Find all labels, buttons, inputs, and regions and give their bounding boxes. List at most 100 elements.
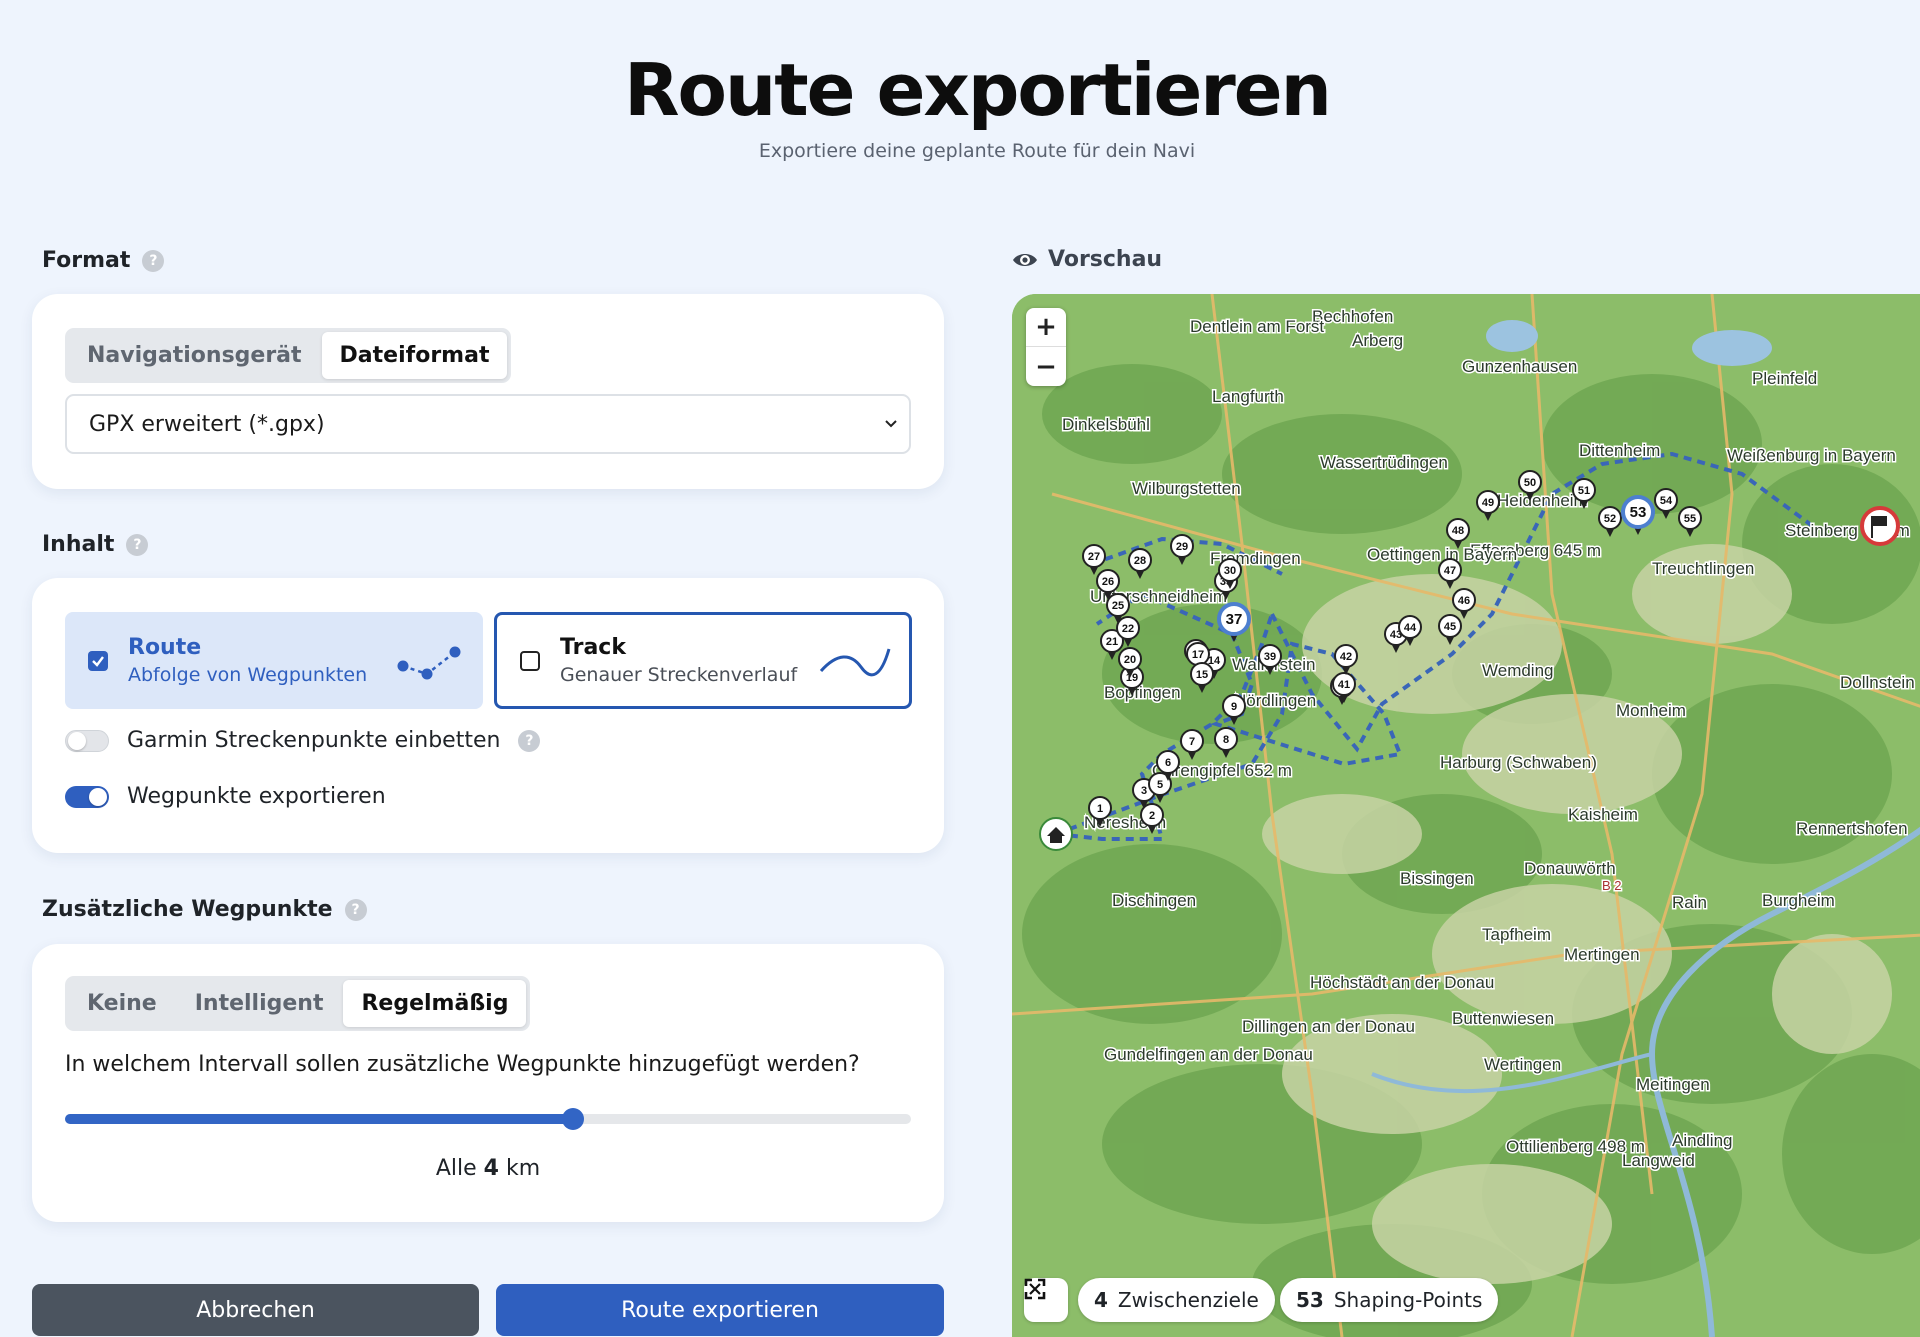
extra-card: Keine Intelligent Regelmäßig In welchem …: [32, 944, 944, 1222]
svg-text:6: 6: [1165, 757, 1171, 769]
map-place-label: Dischingen: [1112, 891, 1196, 910]
zoom-out-button[interactable]: −: [1026, 347, 1066, 386]
map-canvas[interactable]: BechhofenDentlein am Forst Arberg Gunzenha…: [1012, 294, 1920, 1337]
waypoints-toggle-row: Wegpunkte exportieren: [65, 784, 386, 809]
route-title: Route: [128, 635, 202, 660]
map-place-label: Dentlein am Forst: [1190, 317, 1324, 336]
track-subtitle: Genauer Streckenverlauf: [560, 664, 798, 686]
export-button[interactable]: Route exportieren: [496, 1284, 944, 1336]
track-option[interactable]: Track Genauer Streckenverlauf: [494, 612, 912, 709]
content-label: Inhalt: [42, 532, 115, 557]
cancel-button[interactable]: Abbrechen: [32, 1284, 479, 1336]
tab-intelligent[interactable]: Intelligent: [177, 980, 342, 1027]
svg-text:55: 55: [1684, 513, 1696, 525]
readout-prefix: Alle: [435, 1156, 477, 1181]
svg-text:22: 22: [1122, 623, 1134, 635]
svg-text:50: 50: [1524, 477, 1536, 489]
map-place-label: Aindling: [1672, 1131, 1733, 1150]
garmin-toggle-row: Garmin Streckenpunkte einbetten ?: [65, 728, 541, 753]
svg-text:21: 21: [1106, 636, 1118, 648]
map-place-label: Höchstädt an der Donau: [1310, 973, 1494, 992]
file-format-select[interactable]: GPX erweitert (*.gpx): [65, 394, 911, 454]
map-place-label: Bechhofen: [1312, 307, 1393, 326]
format-tabs: Navigationsgerät Dateiformat: [65, 328, 512, 383]
slider-fill: [65, 1114, 573, 1124]
map-place-label: Dinkelsbühl: [1062, 415, 1150, 434]
slider-thumb[interactable]: [561, 1108, 584, 1130]
route-map[interactable]: Bechhofen Dentlein am Forst Arberg Gunzenha…: [1012, 294, 1920, 1337]
help-icon[interactable]: ?: [518, 729, 541, 752]
zoom-in-button[interactable]: +: [1026, 308, 1066, 347]
page-title: Route exportieren: [624, 48, 1332, 132]
home-marker[interactable]: [1039, 817, 1073, 851]
interval-readout: Alle 4 km: [32, 1156, 944, 1181]
help-icon[interactable]: ?: [126, 533, 149, 556]
map-place-label: Monheim: [1616, 701, 1686, 720]
map-place-label: Buttenwiesen: [1452, 1009, 1554, 1028]
map-place-label: Rennertshofen: [1796, 819, 1908, 838]
map-place-label: Wemding: [1482, 661, 1554, 680]
waypoints-toggle[interactable]: [65, 785, 109, 808]
map-place-label: Tapfheim: [1482, 925, 1551, 944]
help-icon[interactable]: ?: [344, 898, 367, 921]
svg-text:1: 1: [1097, 803, 1103, 815]
route-subtitle: Abfolge von Wegpunkten: [128, 664, 368, 686]
route-checkbox[interactable]: [88, 650, 108, 671]
svg-text:53: 53: [1630, 504, 1647, 521]
expand-icon: [1024, 1278, 1046, 1300]
content-section-label: Inhalt ?: [42, 532, 149, 557]
stops-count: 4: [1094, 1288, 1108, 1312]
map-place-label: Wertingen: [1484, 1055, 1561, 1074]
svg-text:15: 15: [1196, 669, 1208, 681]
shaping-count: 53: [1296, 1288, 1324, 1312]
svg-text:54: 54: [1660, 495, 1673, 507]
map-place-label: Langfurth: [1212, 387, 1284, 406]
content-card: Route Abfolge von Wegpunkten Track Genau…: [32, 578, 944, 853]
svg-text:37: 37: [1226, 611, 1243, 628]
stops-label: Zwischenziele: [1117, 1288, 1259, 1312]
tab-navigationsgeraet[interactable]: Navigationsgerät: [69, 332, 320, 379]
map-place-label: Rain: [1672, 893, 1707, 912]
tab-keine[interactable]: Keine: [69, 980, 175, 1027]
preview-title: Vorschau: [1048, 247, 1163, 272]
map-place-label: Kaisheim: [1568, 805, 1638, 824]
map-place-label: Dillingen an der Donau: [1242, 1017, 1415, 1036]
garmin-toggle[interactable]: [65, 729, 109, 752]
interval-question: In welchem Intervall sollen zusätzliche …: [65, 1052, 860, 1077]
chevron-down-icon: [885, 420, 897, 428]
svg-text:47: 47: [1444, 565, 1456, 577]
extra-section-label: Zusätzliche Wegpunkte ?: [42, 897, 367, 922]
map-place-label: Arberg: [1352, 331, 1403, 350]
svg-text:26: 26: [1102, 576, 1114, 588]
map-place-label: Donauwörth: [1524, 859, 1616, 878]
help-icon[interactable]: ?: [142, 249, 165, 272]
svg-text:2: 2: [1149, 810, 1155, 822]
eye-icon: [1013, 253, 1037, 266]
waypoints-icon: [397, 646, 461, 680]
track-curve-icon: [819, 648, 891, 677]
svg-text:29: 29: [1176, 541, 1188, 553]
svg-text:39: 39: [1264, 651, 1276, 663]
map-place-label: Nördlingen: [1234, 691, 1316, 710]
waypoints-toggle-label: Wegpunkte exportieren: [127, 784, 386, 809]
finish-flag-marker[interactable]: [1860, 506, 1900, 546]
tab-regelmaessig[interactable]: Regelmäßig: [343, 980, 527, 1027]
readout-unit: km: [505, 1156, 541, 1181]
interval-slider[interactable]: [65, 1108, 911, 1130]
svg-text:41: 41: [1338, 679, 1350, 691]
stops-chip: 4 Zwischenziele: [1078, 1278, 1275, 1322]
track-checkbox[interactable]: [520, 650, 540, 671]
fullscreen-button[interactable]: [1024, 1278, 1068, 1322]
map-place-label: Bopfingen: [1104, 683, 1181, 702]
map-place-label: Pleinfeld: [1752, 369, 1817, 388]
svg-text:9: 9: [1231, 701, 1237, 713]
svg-text:8: 8: [1223, 734, 1229, 746]
map-place-label: Harburg (Schwaben): [1440, 753, 1597, 772]
svg-text:44: 44: [1404, 622, 1417, 634]
shaping-chip: 53 Shaping-Points: [1280, 1278, 1499, 1322]
format-section-label: Format ?: [42, 248, 165, 273]
tab-dateiformat[interactable]: Dateiformat: [321, 332, 508, 379]
svg-text:3: 3: [1141, 785, 1147, 797]
svg-text:46: 46: [1458, 595, 1470, 607]
route-option[interactable]: Route Abfolge von Wegpunkten: [65, 612, 483, 709]
